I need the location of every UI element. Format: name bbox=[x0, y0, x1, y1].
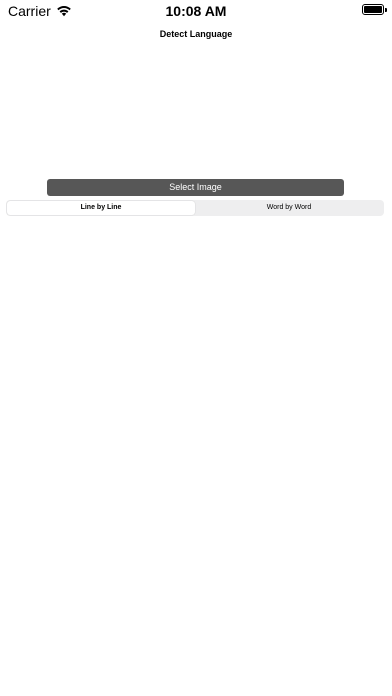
status-time: 10:08 AM bbox=[165, 3, 227, 19]
select-image-button[interactable]: Select Image bbox=[47, 179, 344, 196]
mode-segmented-control: Line by Line Word by Word bbox=[6, 200, 384, 216]
segment-line-by-line[interactable]: Line by Line bbox=[7, 201, 195, 215]
segment-word-by-word[interactable]: Word by Word bbox=[195, 201, 383, 215]
status-bar: Carrier 10:08 AM bbox=[0, 0, 392, 22]
battery-icon bbox=[362, 4, 387, 15]
page-title: Detect Language bbox=[159, 29, 233, 39]
